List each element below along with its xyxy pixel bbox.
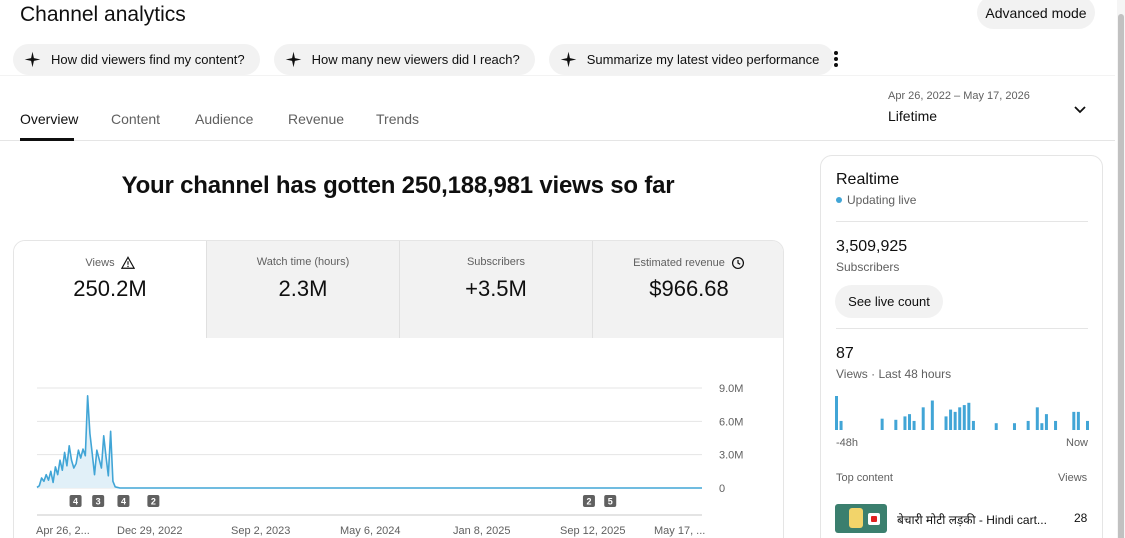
realtime-bar [1044,414,1048,430]
x-tick-label: Dec 29, 2022 [117,525,182,537]
realtime-bar [903,416,907,430]
live-status: Updating live [836,193,916,207]
divider [836,221,1088,222]
metrics-card: Views 250.2M Watch time (hours) 2.3M Sub… [13,240,784,538]
realtime-views-count: 87 [836,345,854,362]
views-headline: Your channel has gotten 250,188,981 view… [121,172,675,199]
views-chart[interactable]: 9.0M 6.0M 3.0M 0 4 3 4 2 2 5 Apr 26, 2... Dec 29, 2… [14,241,784,538]
chip-summarize[interactable]: Summarize my latest video performance [548,44,835,75]
active-tab-indicator [20,138,74,141]
x-tick-label: Sep 12, 2025 [560,525,625,537]
chip-label: How many new viewers did I reach? [311,52,520,67]
views-line [36,394,702,489]
views-area [37,395,702,488]
annotation-marker-label: 2 [151,497,156,507]
axis-start-label: -48h [836,437,859,449]
realtime-bar [962,405,966,430]
top-content-label: Top content [836,472,893,484]
realtime-bar [839,420,843,430]
tab-overview[interactable]: Overview [20,111,78,127]
sparkle-icon [285,51,301,68]
y-tick-label: 0 [719,483,725,495]
realtime-bar [1086,420,1089,430]
realtime-bar [971,420,975,430]
tab-audience[interactable]: Audience [195,111,253,127]
realtime-bar [994,423,998,430]
x-tick-label: Jan 8, 2025 [453,525,511,537]
realtime-bar [944,416,948,430]
suggestion-chips: How did viewers find my content? How man… [13,44,835,75]
y-tick-label: 3.0M [719,450,743,462]
sparkle-icon [560,51,577,68]
subscriber-count: 3,509,925 [836,238,908,255]
realtime-bar [967,402,971,430]
realtime-bar [921,407,925,430]
realtime-bar [930,400,934,430]
views-column-label: Views [1058,472,1088,484]
advanced-mode-button[interactable]: Advanced mode [977,0,1095,29]
x-tick-label: Sep 2, 2023 [231,525,290,537]
annotation-marker-label: 2 [586,497,591,507]
realtime-bar [912,420,916,430]
more-vert-icon[interactable] [829,49,843,69]
y-tick-label: 6.0M [719,416,743,428]
x-tick-label: May 6, 2024 [340,525,401,537]
realtime-bar [1040,423,1044,430]
tabs-bar: Overview Content Audience Revenue Trends… [0,75,1115,141]
realtime-bar [1012,423,1016,430]
chip-viewers-find[interactable]: How did viewers find my content? [13,44,260,75]
divider [836,328,1088,329]
realtime-bar [908,414,912,430]
realtime-bar [949,409,953,430]
realtime-bar [1035,407,1039,430]
sparkle-icon [24,51,41,68]
annotation-marker-label: 4 [73,497,78,507]
chip-label: Summarize my latest video performance [586,52,820,67]
realtime-title: Realtime [836,171,900,188]
realtime-bar [1026,420,1030,430]
annotation-marker-label: 5 [608,497,613,507]
tab-trends[interactable]: Trends [376,111,419,127]
realtime-bar [1054,420,1058,430]
realtime-bar-chart[interactable] [835,394,1089,430]
chip-new-viewers[interactable]: How many new viewers did I reach? [273,44,535,75]
realtime-bar [880,418,884,430]
realtime-bar [1076,411,1080,430]
realtime-views-label: Views · Last 48 hours [836,367,952,381]
top-video-views: 28 [1074,511,1088,525]
axis-end-label: Now [1066,437,1089,449]
realtime-bar [958,407,962,430]
video-thumbnail[interactable] [835,504,887,533]
realtime-bar [835,396,838,430]
realtime-bar [894,419,898,430]
chip-label: How did viewers find my content? [51,52,245,67]
x-tick-label: Apr 26, 2... [36,525,90,537]
scrollbar-thumb[interactable] [1118,14,1124,538]
subscriber-label: Subscribers [836,260,900,274]
x-tick-label: May 17, ... [654,525,705,537]
realtime-bar [953,411,957,430]
y-tick-label: 9.0M [719,383,743,395]
live-dot-icon [836,197,842,203]
live-status-text: Updating live [847,193,917,207]
realtime-bar [1072,411,1076,430]
chevron-down-icon[interactable] [1072,102,1088,118]
annotation-marker-label: 3 [96,497,101,507]
tab-content[interactable]: Content [111,111,160,127]
realtime-panel: Realtime Updating live 3,509,925 Subscri… [820,155,1103,538]
page-title: Channel analytics [20,3,186,26]
date-period-label[interactable]: Lifetime [888,108,937,124]
date-range[interactable]: Apr 26, 2022 – May 17, 2026 [888,90,1030,102]
top-video-title[interactable]: बेचारी मोटी लड़की - Hindi cart... [897,511,1057,528]
see-live-count-button[interactable]: See live count [835,285,943,318]
tab-revenue[interactable]: Revenue [288,111,344,127]
annotation-marker-label: 4 [121,497,126,507]
